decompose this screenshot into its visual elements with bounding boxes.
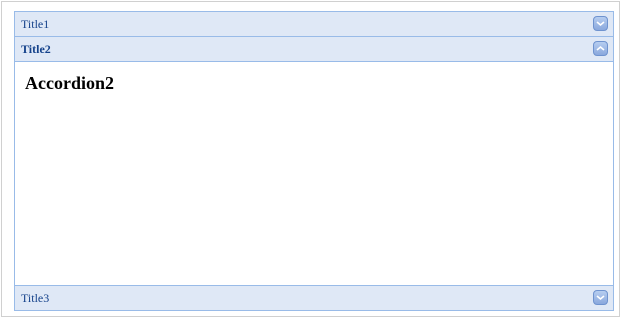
chevron-down-icon[interactable]	[593, 16, 608, 31]
panel-content-heading: Accordion2	[25, 73, 114, 93]
accordion: Title1 Title2 Accordion2 Title3	[14, 11, 614, 311]
panel-body-accordion2: Accordion2	[15, 63, 613, 285]
panel-title: Title3	[21, 291, 50, 305]
panel-header-title2[interactable]: Title2	[15, 37, 613, 62]
panel-header-title1[interactable]: Title1	[15, 12, 613, 37]
panel-header-title3[interactable]: Title3	[15, 285, 613, 310]
chevron-up-icon[interactable]	[593, 41, 608, 56]
page-frame: Title1 Title2 Accordion2 Title3	[1, 1, 620, 317]
panel-title: Title1	[21, 17, 50, 31]
panel-title: Title2	[21, 42, 51, 56]
chevron-down-icon[interactable]	[593, 290, 608, 305]
